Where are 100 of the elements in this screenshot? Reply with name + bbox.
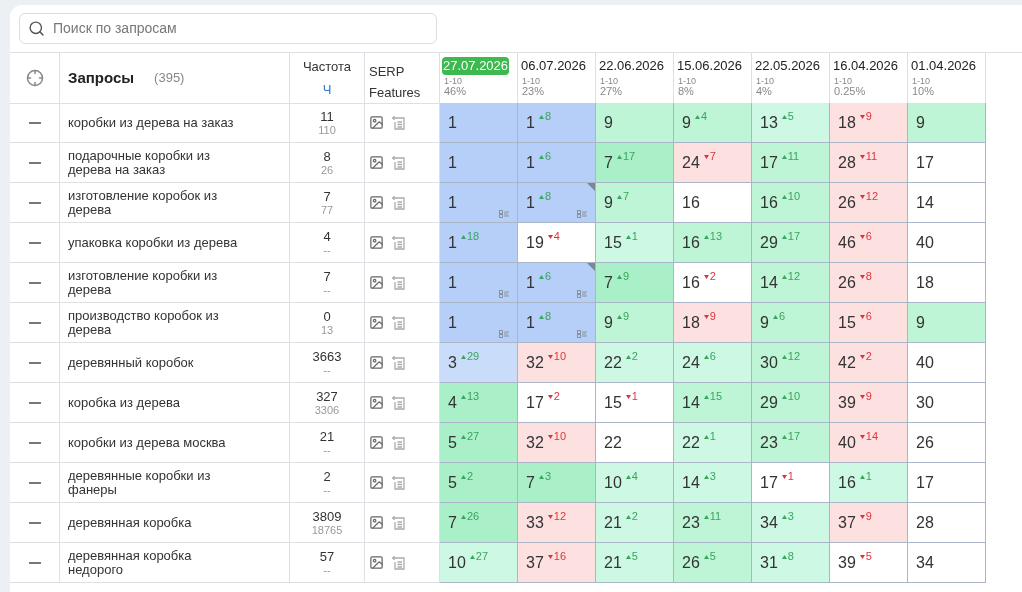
position-cell[interactable]: 1 8 (518, 103, 596, 143)
minus-icon[interactable] (28, 561, 41, 564)
position-cell[interactable]: 14 15 (674, 383, 752, 423)
position-cell[interactable]: 16 13 (674, 223, 752, 263)
target-icon[interactable] (25, 69, 44, 87)
minus-icon[interactable] (28, 281, 41, 284)
image-icon[interactable] (369, 155, 384, 170)
position-cell[interactable]: 46 6 (830, 223, 908, 263)
position-cell[interactable]: 18 9 (674, 303, 752, 343)
minus-icon[interactable] (28, 481, 41, 484)
position-cell[interactable]: 24 6 (674, 343, 752, 383)
position-cell[interactable]: 16 2 (674, 263, 752, 303)
image-icon[interactable] (369, 435, 384, 450)
position-cell[interactable]: 39 5 (830, 543, 908, 583)
position-cell[interactable]: 33 12 (518, 503, 596, 543)
position-cell[interactable]: 26 12 (830, 183, 908, 223)
position-cell[interactable]: 16 1 (830, 463, 908, 503)
position-cell[interactable]: 39 9 (830, 383, 908, 423)
minus-icon[interactable] (28, 161, 41, 164)
position-cell[interactable]: 19 4 (518, 223, 596, 263)
position-cell[interactable]: 17 (908, 143, 986, 183)
position-cell[interactable]: 22 2 (596, 343, 674, 383)
position-cell[interactable]: 17 2 (518, 383, 596, 423)
position-cell[interactable]: 16 10 (752, 183, 830, 223)
position-cell[interactable]: 18 9 (830, 103, 908, 143)
position-cell[interactable]: 3 29 (440, 343, 518, 383)
position-cell[interactable]: 9 4 (674, 103, 752, 143)
position-cell[interactable]: 26 8 (830, 263, 908, 303)
image-icon[interactable] (369, 115, 384, 130)
position-cell[interactable]: 4 13 (440, 383, 518, 423)
position-cell[interactable]: 34 (908, 543, 986, 583)
position-cell[interactable]: 37 9 (830, 503, 908, 543)
position-cell[interactable]: 9 (908, 303, 986, 343)
position-cell[interactable]: 23 11 (674, 503, 752, 543)
position-cell[interactable]: 21 2 (596, 503, 674, 543)
position-cell[interactable]: 7 26 (440, 503, 518, 543)
position-cell[interactable]: 1 (440, 303, 518, 343)
position-cell[interactable]: 1 6 (518, 263, 596, 303)
position-cell[interactable]: 30 12 (752, 343, 830, 383)
position-cell[interactable]: 1 (440, 263, 518, 303)
image-icon[interactable] (369, 475, 384, 490)
position-cell[interactable]: 9 9 (596, 303, 674, 343)
position-cell[interactable]: 15 1 (596, 383, 674, 423)
minus-icon[interactable] (28, 321, 41, 324)
minus-icon[interactable] (28, 401, 41, 404)
position-cell[interactable]: 29 10 (752, 383, 830, 423)
position-cell[interactable]: 22 (596, 423, 674, 463)
minus-icon[interactable] (28, 201, 41, 204)
position-cell[interactable]: 32 10 (518, 423, 596, 463)
image-icon[interactable] (369, 395, 384, 410)
position-cell[interactable]: 15 6 (830, 303, 908, 343)
position-cell[interactable]: 21 5 (596, 543, 674, 583)
position-cell[interactable]: 30 (908, 383, 986, 423)
position-cell[interactable]: 23 17 (752, 423, 830, 463)
image-icon[interactable] (369, 195, 384, 210)
position-cell[interactable]: 7 3 (518, 463, 596, 503)
position-cell[interactable]: 1 18 (440, 223, 518, 263)
position-cell[interactable]: 1 6 (518, 143, 596, 183)
position-cell[interactable]: 18 (908, 263, 986, 303)
image-icon[interactable] (369, 235, 384, 250)
frequency-sort-link[interactable]: Ч (322, 79, 332, 99)
position-cell[interactable]: 13 5 (752, 103, 830, 143)
position-cell[interactable]: 26 (908, 423, 986, 463)
image-icon[interactable] (369, 355, 384, 370)
minus-icon[interactable] (28, 521, 41, 524)
position-cell[interactable]: 7 9 (596, 263, 674, 303)
position-cell[interactable]: 15 1 (596, 223, 674, 263)
date-tab[interactable]: 16.04.2026 (832, 57, 900, 75)
position-cell[interactable]: 14 12 (752, 263, 830, 303)
minus-icon[interactable] (28, 361, 41, 364)
date-tab[interactable]: 06.07.2026 (520, 57, 588, 75)
minus-icon[interactable] (28, 441, 41, 444)
date-tab[interactable]: 22.06.2026 (598, 57, 666, 75)
position-cell[interactable]: 1 8 (518, 303, 596, 343)
date-tab[interactable]: 15.06.2026 (676, 57, 744, 75)
position-cell[interactable]: 31 8 (752, 543, 830, 583)
position-cell[interactable]: 14 3 (674, 463, 752, 503)
position-cell[interactable]: 29 17 (752, 223, 830, 263)
position-cell[interactable]: 40 (908, 343, 986, 383)
position-cell[interactable]: 9 7 (596, 183, 674, 223)
position-cell[interactable]: 1 (440, 103, 518, 143)
position-cell[interactable]: 1 8 (518, 183, 596, 223)
position-cell[interactable]: 17 11 (752, 143, 830, 183)
position-cell[interactable]: 40 14 (830, 423, 908, 463)
position-cell[interactable]: 37 16 (518, 543, 596, 583)
position-cell[interactable]: 10 4 (596, 463, 674, 503)
minus-icon[interactable] (28, 121, 41, 124)
image-icon[interactable] (369, 555, 384, 570)
position-cell[interactable]: 1 (440, 183, 518, 223)
search-field[interactable]: Поиск по запросам (19, 13, 437, 44)
image-icon[interactable] (369, 515, 384, 530)
minus-icon[interactable] (28, 241, 41, 244)
position-cell[interactable]: 10 27 (440, 543, 518, 583)
position-cell[interactable]: 9 (596, 103, 674, 143)
position-cell[interactable]: 7 17 (596, 143, 674, 183)
position-cell[interactable]: 1 (440, 143, 518, 183)
image-icon[interactable] (369, 275, 384, 290)
position-cell[interactable]: 9 (908, 103, 986, 143)
position-cell[interactable]: 17 1 (752, 463, 830, 503)
position-cell[interactable]: 34 3 (752, 503, 830, 543)
